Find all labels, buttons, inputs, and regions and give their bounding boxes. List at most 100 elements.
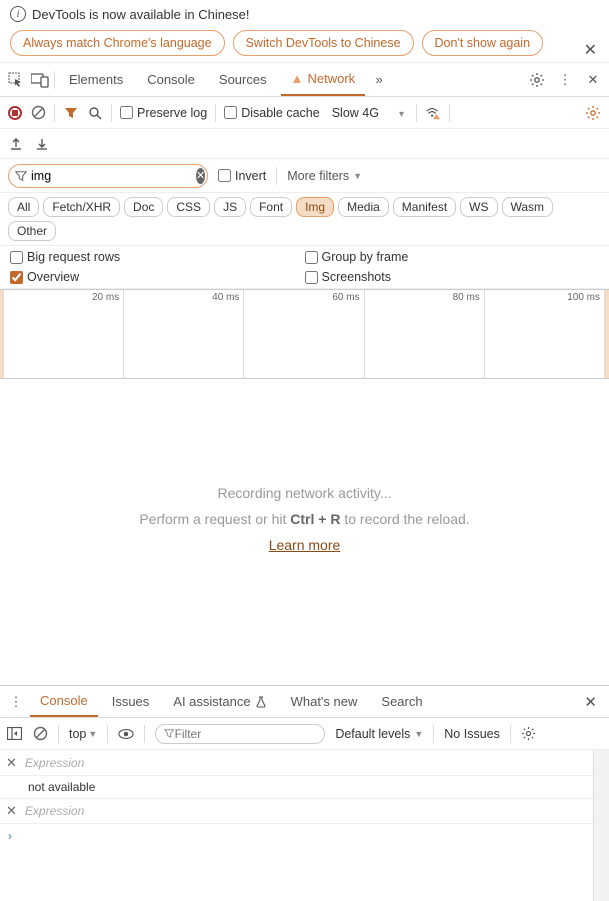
dont-show-button[interactable]: Don't show again [422, 30, 544, 56]
divider [416, 104, 417, 122]
record-button[interactable] [8, 106, 22, 120]
expression-close-icon[interactable]: ✕ [6, 755, 17, 771]
divider [58, 725, 59, 743]
drawer-kebab-icon[interactable]: ⋮ [6, 692, 26, 712]
clear-icon[interactable] [30, 105, 46, 121]
big-rows-checkbox[interactable]: Big request rows [10, 250, 305, 264]
drawer-close-icon[interactable]: ✕ [578, 693, 603, 711]
drawer-tab-ai[interactable]: AI assistance [163, 686, 276, 717]
chip-img[interactable]: Img [296, 197, 334, 217]
drawer: ⋮ Console Issues AI assistance What's ne… [0, 685, 609, 901]
empty-line2: Perform a request or hit Ctrl + R to rec… [139, 511, 469, 527]
disable-cache-checkbox[interactable]: Disable cache [224, 106, 320, 120]
console-settings-icon[interactable] [521, 726, 537, 742]
screenshots-checkbox[interactable]: Screenshots [305, 270, 600, 284]
switch-chinese-button[interactable]: Switch DevTools to Chinese [233, 30, 414, 56]
scrollbar[interactable] [593, 750, 609, 901]
search-icon[interactable] [87, 105, 103, 121]
expression-value: not available [0, 776, 593, 798]
kebab-icon[interactable]: ⋮ [555, 70, 575, 90]
chip-doc[interactable]: Doc [124, 197, 163, 217]
context-select[interactable]: top▼ [69, 727, 97, 741]
info-close-icon[interactable]: ✕ [584, 40, 597, 60]
divider [449, 104, 450, 122]
live-expression-icon[interactable] [118, 726, 134, 742]
drawer-tabs: ⋮ Console Issues AI assistance What's ne… [0, 686, 609, 718]
info-icon: i [10, 6, 26, 22]
tab-network[interactable]: ▲ Network [281, 63, 366, 96]
chip-all[interactable]: All [8, 197, 39, 217]
expression-placeholder[interactable]: Expression [25, 804, 84, 818]
filter-row: ✕ Invert More filters▼ [0, 159, 609, 193]
chip-ws[interactable]: WS [460, 197, 497, 217]
device-icon[interactable] [30, 70, 50, 90]
timeline-overview[interactable]: 20 ms 40 ms 60 ms 80 ms 100 ms [0, 289, 609, 379]
live-expression-row-2: ✕ Expression [0, 798, 593, 824]
chip-css[interactable]: CSS [167, 197, 210, 217]
divider [54, 71, 55, 89]
resource-type-chips: All Fetch/XHR Doc CSS JS Font Img Media … [0, 193, 609, 246]
chip-media[interactable]: Media [338, 197, 389, 217]
display-options: Big request rows Group by frame Overview… [0, 246, 609, 289]
filter-funnel-icon [164, 728, 174, 739]
tab-elements[interactable]: Elements [59, 63, 133, 96]
network-toolbar: Preserve log Disable cache Slow 4G▾ [0, 97, 609, 129]
chip-other[interactable]: Other [8, 221, 56, 241]
drawer-tab-whatsnew[interactable]: What's new [281, 686, 368, 717]
drawer-tab-search[interactable]: Search [371, 686, 432, 717]
divider [54, 104, 55, 122]
filter-clear-icon[interactable]: ✕ [196, 168, 205, 184]
drawer-tab-console[interactable]: Console [30, 686, 98, 717]
flask-icon [255, 696, 267, 708]
info-bar: i DevTools is now available in Chinese! … [0, 0, 609, 63]
close-devtools-icon[interactable]: ✕ [583, 70, 603, 90]
console-sidebar-icon[interactable] [6, 726, 22, 742]
chip-fetch-xhr[interactable]: Fetch/XHR [43, 197, 120, 217]
more-filters-dropdown[interactable]: More filters▼ [287, 169, 362, 183]
overview-checkbox[interactable]: Overview [10, 270, 305, 284]
divider [107, 725, 108, 743]
expression-close-icon[interactable]: ✕ [6, 803, 17, 819]
divider [111, 104, 112, 122]
divider [144, 725, 145, 743]
drawer-tab-issues[interactable]: Issues [102, 686, 160, 717]
group-frame-checkbox[interactable]: Group by frame [305, 250, 600, 264]
filter-input-wrap: ✕ [8, 164, 208, 188]
filter-input[interactable] [27, 167, 196, 185]
console-filter-wrap [155, 724, 325, 744]
console-clear-icon[interactable] [32, 726, 48, 742]
chip-js[interactable]: JS [214, 197, 246, 217]
filter-funnel-icon [15, 168, 27, 184]
log-levels-select[interactable]: Default levels▼ [335, 727, 423, 741]
info-message: DevTools is now available in Chinese! [32, 7, 250, 22]
empty-line1: Recording network activity... [217, 485, 391, 501]
divider [433, 725, 434, 743]
match-language-button[interactable]: Always match Chrome's language [10, 30, 225, 56]
filter-toggle-icon[interactable] [63, 105, 79, 121]
divider [215, 104, 216, 122]
tab-sources[interactable]: Sources [209, 63, 277, 96]
expression-placeholder[interactable]: Expression [25, 756, 84, 770]
console-prompt[interactable]: › [0, 824, 593, 848]
no-issues-label[interactable]: No Issues [444, 727, 500, 741]
live-expression-row-1: ✕ Expression [0, 750, 593, 776]
export-har-icon[interactable] [8, 136, 24, 152]
chip-wasm[interactable]: Wasm [502, 197, 554, 217]
invert-checkbox[interactable]: Invert [218, 169, 266, 183]
console-filter-input[interactable] [175, 727, 317, 741]
main-tab-bar: Elements Console Sources ▲ Network » ⋮ ✕ [0, 63, 609, 97]
network-toolbar-2 [0, 129, 609, 159]
chip-manifest[interactable]: Manifest [393, 197, 456, 217]
preserve-log-checkbox[interactable]: Preserve log [120, 106, 207, 120]
inspect-icon[interactable] [6, 70, 26, 90]
network-conditions-icon[interactable] [425, 105, 441, 121]
tab-console[interactable]: Console [137, 63, 205, 96]
network-settings-icon[interactable] [585, 105, 601, 121]
learn-more-link[interactable]: Learn more [269, 537, 341, 553]
divider [510, 725, 511, 743]
settings-icon[interactable] [527, 70, 547, 90]
import-har-icon[interactable] [34, 136, 50, 152]
more-tabs-icon[interactable]: » [369, 70, 389, 90]
throttling-select[interactable]: Slow 4G▾ [328, 104, 408, 122]
chip-font[interactable]: Font [250, 197, 292, 217]
